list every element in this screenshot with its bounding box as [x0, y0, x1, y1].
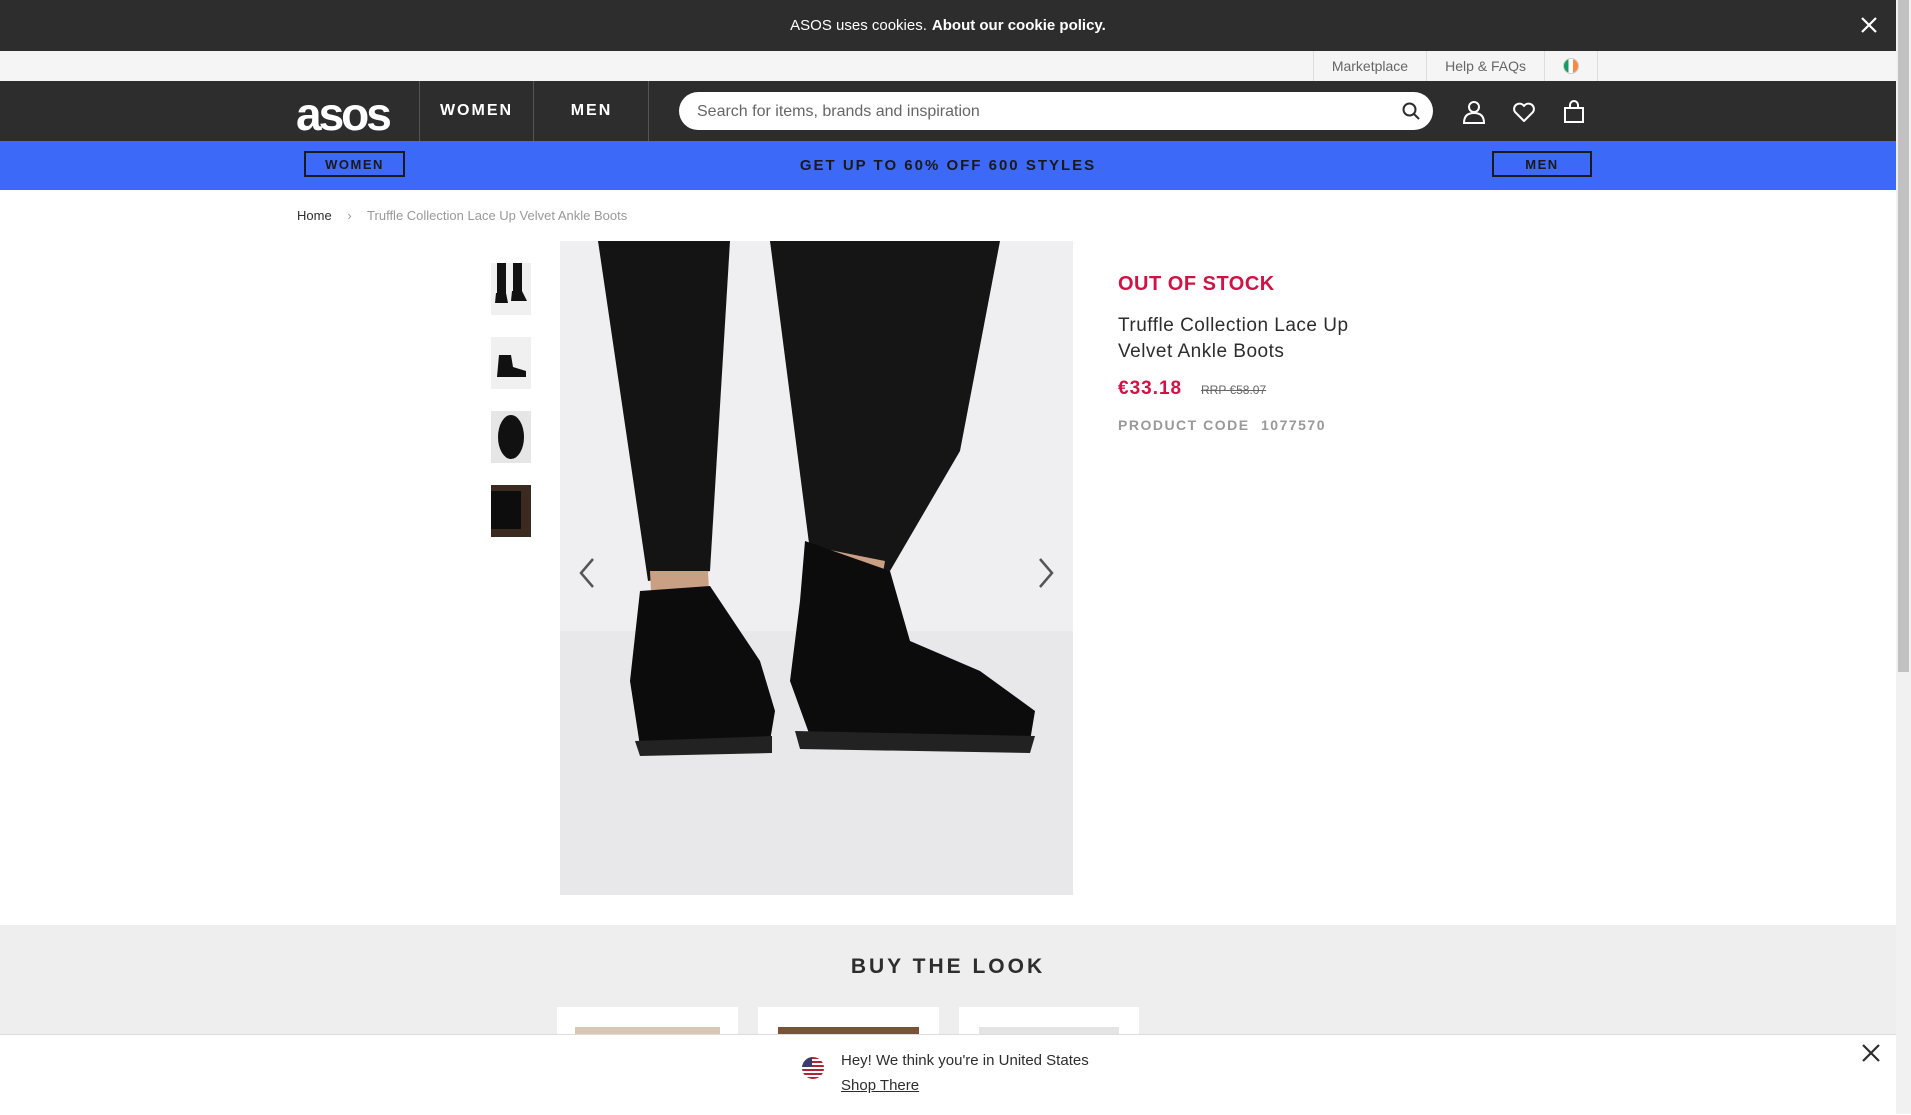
us-flag-icon: [802, 1057, 824, 1079]
breadcrumb-separator: ›: [347, 208, 352, 223]
nav-men[interactable]: MEN: [533, 81, 649, 141]
buy-the-look-title: BUY THE LOOK: [850, 955, 1046, 978]
search-input[interactable]: [695, 92, 1379, 132]
country-banner: [0, 1034, 1896, 1115]
account-icon[interactable]: [1461, 99, 1487, 125]
asos-logo[interactable]: asos: [296, 87, 392, 141]
cookie-text: ASOS uses cookies.: [790, 17, 927, 34]
scrollbar-thumb[interactable]: [1898, 0, 1909, 672]
product-thumbnail[interactable]: [491, 485, 531, 537]
breadcrumb-home[interactable]: Home: [297, 208, 332, 223]
country-selector[interactable]: [1544, 51, 1598, 81]
utility-bar: Marketplace Help & FAQs: [0, 51, 1896, 82]
product-code-label: PRODUCT CODE: [1118, 417, 1250, 433]
country-message: Hey! We think you're in United States: [841, 1052, 1089, 1069]
ireland-flag-icon: [1563, 58, 1579, 75]
promo-women-button[interactable]: WOMEN: [304, 151, 405, 177]
nav-divider: [648, 81, 649, 141]
stock-status: OUT OF STOCK: [1118, 273, 1275, 295]
close-icon[interactable]: [1861, 1043, 1881, 1063]
search-icon[interactable]: [1401, 101, 1421, 121]
product-code: 1077570: [1261, 417, 1327, 433]
product-thumbnail[interactable]: [491, 337, 531, 389]
chevron-right-icon[interactable]: [1034, 555, 1058, 591]
shop-there-link[interactable]: Shop There: [841, 1077, 919, 1094]
chevron-left-icon[interactable]: [575, 555, 599, 591]
product-price: €33.18: [1118, 378, 1183, 399]
cookie-policy-link[interactable]: About our cookie policy.: [932, 17, 1106, 34]
product-title: Truffle Collection Lace Up Velvet Ankle …: [1118, 315, 1349, 362]
close-icon[interactable]: [1858, 14, 1880, 36]
search-bar: [679, 92, 1433, 132]
promo-men-button[interactable]: MEN: [1492, 151, 1592, 177]
product-rrp: RRP €58.07: [1201, 383, 1267, 397]
breadcrumb: Home › Truffle Collection Lace Up Velvet…: [297, 208, 627, 223]
help-faqs-link[interactable]: Help & FAQs: [1426, 51, 1544, 81]
marketplace-link[interactable]: Marketplace: [1312, 51, 1426, 81]
cookie-bar: ASOS uses cookies. About our cookie poli…: [0, 0, 1896, 51]
product-thumbnail[interactable]: [491, 263, 531, 315]
breadcrumb-current: Truffle Collection Lace Up Velvet Ankle …: [367, 208, 628, 223]
wishlist-heart-icon[interactable]: [1511, 99, 1537, 125]
product-main-image: [560, 241, 1073, 895]
nav-women[interactable]: WOMEN: [419, 81, 533, 141]
promo-bar: GET UP TO 60% OFF 600 STYLES WOMEN MEN: [0, 141, 1896, 190]
main-header: asos WOMEN MEN: [0, 81, 1896, 141]
product-thumbnail[interactable]: [491, 411, 531, 463]
promo-text: GET UP TO 60% OFF 600 STYLES: [799, 157, 1097, 174]
bag-icon[interactable]: [1561, 99, 1587, 125]
